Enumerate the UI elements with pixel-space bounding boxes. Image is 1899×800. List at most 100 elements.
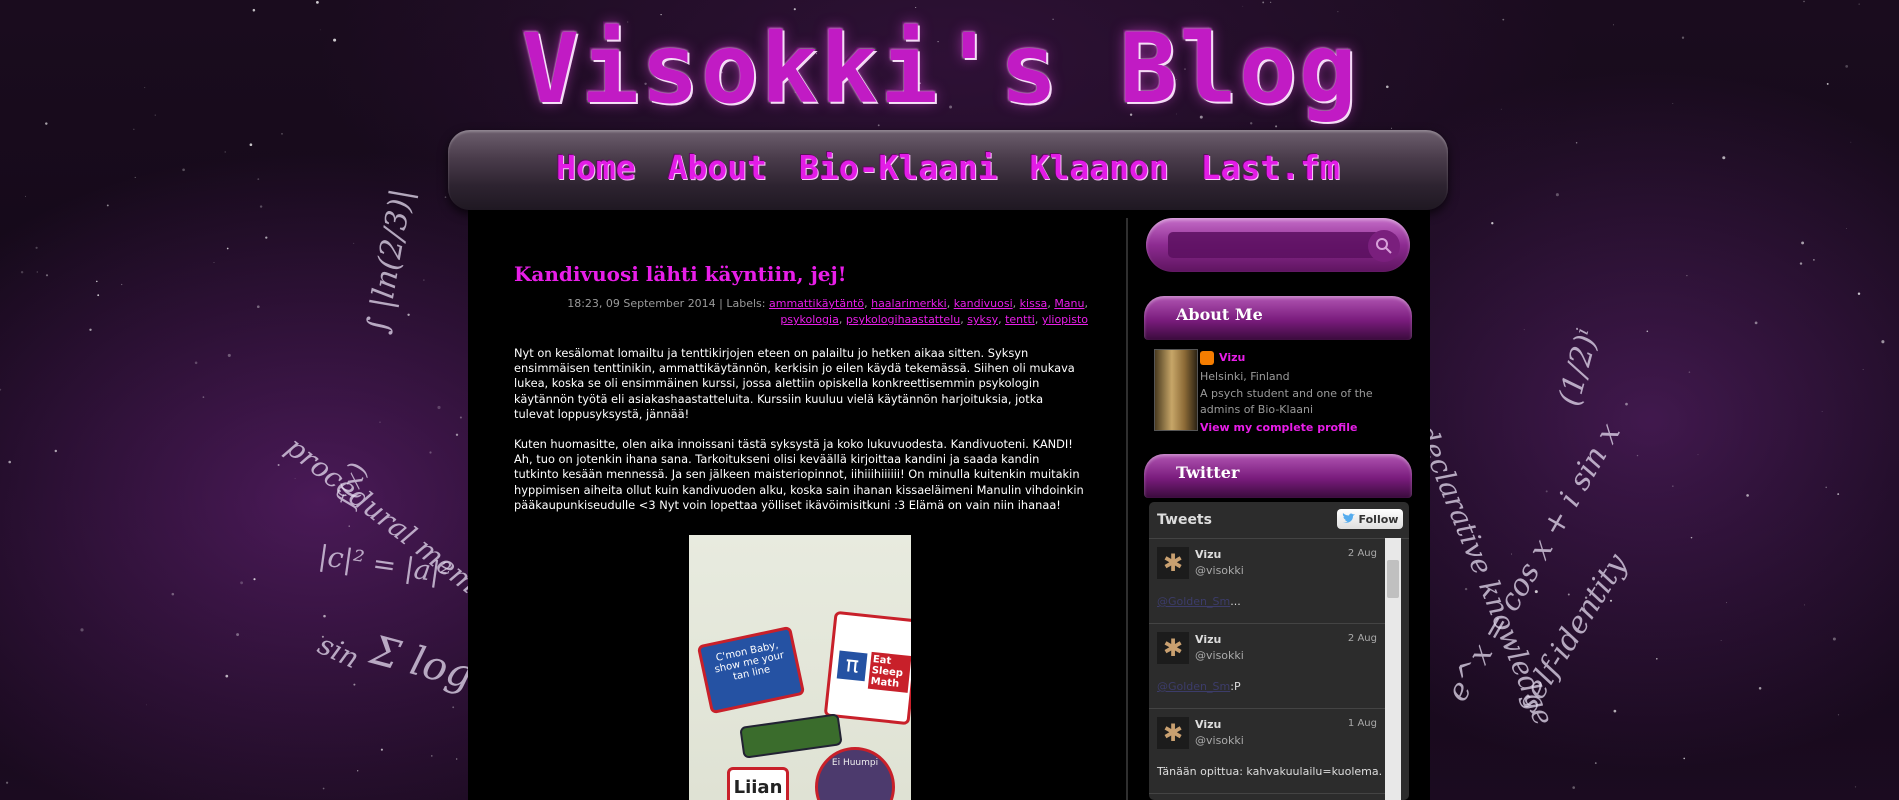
view-profile-link[interactable]: View my complete profile bbox=[1200, 418, 1400, 437]
star bbox=[1491, 222, 1494, 225]
star bbox=[1803, 604, 1805, 606]
star bbox=[249, 143, 253, 147]
patch-tanline-text: C'mon Baby, show me your tan line bbox=[713, 639, 786, 683]
star bbox=[171, 592, 175, 596]
label-link[interactable]: tentti bbox=[1005, 313, 1035, 326]
post-photo[interactable]: C'mon Baby, show me your tan line π Eat … bbox=[689, 535, 911, 800]
about-text: Vizu Helsinki, Finland A psych student a… bbox=[1200, 348, 1400, 437]
post-meta: 18:23, 09 September 2014 | Labels: ammat… bbox=[567, 297, 1088, 326]
label-link[interactable]: ammattikäytäntö bbox=[769, 297, 864, 310]
star bbox=[429, 451, 432, 454]
star bbox=[1555, 193, 1559, 197]
search-button[interactable] bbox=[1368, 230, 1400, 262]
star bbox=[1681, 36, 1685, 39]
star bbox=[121, 283, 123, 286]
tweet-text-body: :P bbox=[1230, 680, 1241, 693]
star bbox=[444, 196, 447, 198]
label-link[interactable]: psykologihaastattelu bbox=[846, 313, 960, 326]
star bbox=[45, 122, 48, 125]
post-timestamp: 18:23, 09 September 2014 | Labels: bbox=[567, 297, 769, 310]
twitter-bird-icon bbox=[1342, 513, 1355, 523]
tweet[interactable]: ✱ Vizu @visokki 1 Aug Tänään opittua: ka… bbox=[1149, 709, 1385, 794]
follow-button[interactable]: Follow bbox=[1337, 509, 1403, 529]
star bbox=[224, 151, 226, 153]
star bbox=[1572, 786, 1575, 789]
nav-bio-klaani[interactable]: Bio-Klaani bbox=[799, 148, 998, 187]
star bbox=[1720, 640, 1722, 641]
star bbox=[1858, 3, 1860, 5]
star bbox=[1262, 1, 1265, 4]
tweet-text: @Golden_Sm:P bbox=[1157, 680, 1241, 693]
post-title[interactable]: Kandivuosi lähti käyntiin, jej! bbox=[514, 262, 847, 286]
star bbox=[259, 205, 263, 208]
star bbox=[1722, 156, 1726, 160]
label-link[interactable]: psykologia bbox=[780, 313, 839, 326]
tweet-author-handle[interactable]: @visokki bbox=[1195, 649, 1244, 662]
nav-klaanon[interactable]: Klaanon bbox=[1030, 148, 1169, 187]
profile-name-link[interactable]: Vizu bbox=[1219, 351, 1245, 364]
star bbox=[227, 353, 231, 357]
star bbox=[256, 305, 260, 309]
label-link[interactable]: kandivuosi bbox=[954, 297, 1013, 310]
patch-liian: Liian bbox=[727, 767, 789, 800]
star bbox=[380, 748, 383, 751]
tweet-mention-link[interactable]: @Golden_Sm bbox=[1157, 595, 1230, 608]
patch-eat-sleep-math-text: Eat Sleep Math bbox=[867, 651, 911, 693]
star bbox=[240, 581, 244, 585]
star bbox=[1646, 330, 1649, 333]
star bbox=[265, 236, 268, 239]
star bbox=[1690, 536, 1693, 539]
star bbox=[1613, 709, 1617, 713]
search-input[interactable] bbox=[1168, 232, 1380, 258]
twitter-widget-header: Twitter bbox=[1144, 454, 1412, 498]
star bbox=[1391, 127, 1393, 129]
label-link[interactable]: kissa bbox=[1020, 297, 1048, 310]
label-link[interactable]: yliopisto bbox=[1042, 313, 1088, 326]
tweet-date[interactable]: 2 Aug bbox=[1348, 633, 1377, 644]
tweet[interactable]: ✱ Vizu @visokki 2 Aug @Golden_Sm:P bbox=[1149, 624, 1385, 709]
timeline-scrollbar-thumb[interactable] bbox=[1387, 560, 1399, 598]
label-link[interactable]: syksy bbox=[967, 313, 998, 326]
label-link[interactable]: Manu bbox=[1054, 297, 1084, 310]
star bbox=[277, 464, 280, 466]
tweet-author-handle[interactable]: @visokki bbox=[1195, 734, 1244, 747]
star bbox=[316, 1, 319, 4]
star bbox=[36, 271, 38, 273]
blog-title[interactable]: Visokki's Blog bbox=[505, 12, 1375, 127]
blogger-icon bbox=[1200, 351, 1214, 365]
star bbox=[194, 361, 198, 365]
star bbox=[133, 128, 135, 130]
spider-avatar-icon: ✱ bbox=[1157, 717, 1189, 749]
star bbox=[1567, 593, 1570, 596]
tweet-date[interactable]: 2 Aug bbox=[1348, 548, 1377, 559]
star bbox=[1799, 262, 1803, 265]
star bbox=[1683, 757, 1685, 760]
tweet-mention-link[interactable]: @Golden_Sm bbox=[1157, 680, 1230, 693]
star bbox=[252, 8, 256, 12]
star bbox=[1846, 227, 1847, 229]
nav-home[interactable]: Home bbox=[556, 148, 635, 187]
tweet-author-name[interactable]: Vizu bbox=[1195, 633, 1221, 646]
profile-photo[interactable] bbox=[1154, 349, 1198, 431]
tweet-author-name[interactable]: Vizu bbox=[1195, 718, 1221, 731]
tweet-date[interactable]: 1 Aug bbox=[1348, 718, 1377, 729]
star bbox=[20, 270, 24, 274]
star bbox=[455, 433, 459, 436]
label-link[interactable]: haalarimerkki bbox=[871, 297, 947, 310]
star bbox=[1464, 587, 1468, 591]
star bbox=[226, 247, 229, 250]
nav-lastfm[interactable]: Last.fm bbox=[1201, 148, 1340, 187]
star bbox=[1511, 553, 1513, 555]
star bbox=[423, 279, 425, 281]
tweet[interactable]: ✱ Vizu @visokki 2 Aug @Golden_Sm... bbox=[1149, 539, 1385, 624]
tweet-author-handle[interactable]: @visokki bbox=[1195, 564, 1244, 577]
star bbox=[319, 29, 321, 31]
tweet-text-body: Tänään opittua: kahvakuulailu=kuolema. bbox=[1157, 765, 1383, 778]
nav-about[interactable]: About bbox=[668, 148, 767, 187]
star bbox=[1686, 274, 1688, 277]
star bbox=[1726, 602, 1728, 604]
star bbox=[1523, 329, 1525, 331]
tweet-author-name[interactable]: Vizu bbox=[1195, 548, 1221, 561]
star bbox=[35, 246, 38, 249]
profile-location: Helsinki, Finland bbox=[1200, 370, 1290, 383]
